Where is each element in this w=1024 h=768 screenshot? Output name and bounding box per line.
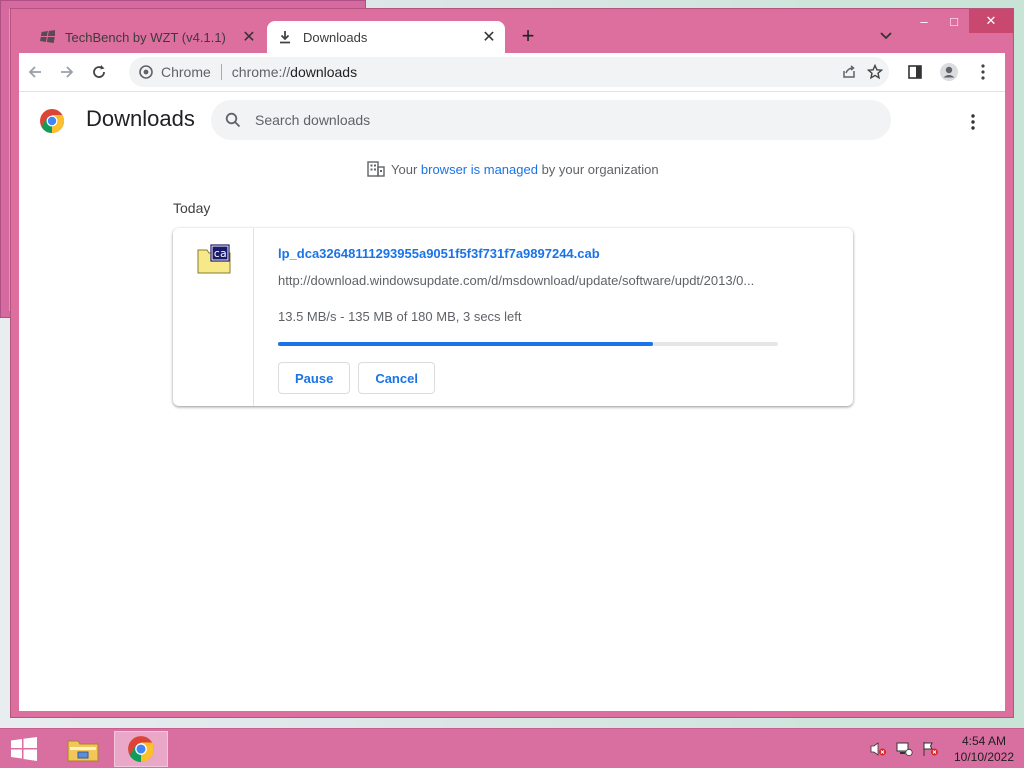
close-tab-icon[interactable]: ✕ — [239, 27, 259, 47]
chrome-logo-icon — [39, 108, 65, 134]
download-actions: Pause Cancel — [278, 362, 435, 394]
network-icon[interactable] — [892, 737, 916, 761]
managed-prefix: Your — [391, 161, 421, 177]
address-bar[interactable]: Chrome chrome://downloads — [129, 57, 889, 87]
folder-icon — [66, 735, 100, 763]
managed-link[interactable]: browser is managed — [421, 162, 538, 177]
tab-downloads[interactable]: Downloads ✕ — [267, 21, 505, 53]
taskbar: 4:54 AM 10/10/2022 — [0, 728, 1024, 768]
browser-window: TechBench by WZT (v4.1.1) ✕ Downloads ✕ … — [10, 8, 1014, 718]
cab-file-icon: ca — [197, 244, 231, 274]
maximize-button[interactable]: □ — [939, 9, 969, 33]
download-source-url: http://download.windowsupdate.com/d/msdo… — [278, 273, 755, 288]
managed-notice: Your browser is managed by your organiza… — [367, 161, 659, 177]
download-progress-fill — [278, 342, 653, 346]
url-scheme: chrome:// — [231, 64, 291, 80]
tab-strip: TechBench by WZT (v4.1.1) ✕ Downloads ✕ … — [11, 9, 1013, 53]
profile-avatar-icon[interactable] — [933, 56, 965, 88]
download-progress-bar — [278, 342, 778, 346]
clock-time: 4:54 AM — [961, 734, 1007, 748]
tab-techbench[interactable]: TechBench by WZT (v4.1.1) ✕ — [29, 21, 265, 53]
forward-button[interactable] — [51, 56, 83, 88]
tab-search-chevron-icon[interactable] — [875, 25, 897, 47]
download-icon — [277, 29, 293, 45]
svg-text:ca: ca — [213, 247, 226, 260]
close-tab-icon[interactable]: ✕ — [479, 27, 499, 47]
pause-button[interactable]: Pause — [278, 362, 351, 394]
download-file-name-link[interactable]: lp_dca32648111293955a9051f5f3f731f7a9897… — [278, 246, 600, 261]
url-text[interactable]: chrome://downloads — [232, 64, 357, 80]
url-host: downloads — [290, 64, 358, 80]
managed-suffix: by your organization — [537, 161, 659, 177]
taskbar-file-explorer[interactable] — [56, 731, 110, 767]
windows-flag-icon — [39, 29, 55, 45]
download-item: ca lp_dca32648111293955a9051f5f3f731f7a9… — [173, 228, 853, 406]
volume-muted-icon[interactable] — [866, 737, 890, 761]
building-icon — [367, 161, 385, 177]
system-clock[interactable]: 4:54 AM 10/10/2022 — [944, 733, 1024, 765]
toolbar-right-actions — [899, 56, 999, 88]
cancel-button[interactable]: Cancel — [358, 362, 435, 394]
downloads-header: Downloads — [19, 92, 1005, 152]
system-tray: 4:54 AM 10/10/2022 — [866, 729, 1024, 768]
browser-toolbar: Chrome chrome://downloads — [19, 53, 1005, 91]
minimize-button[interactable]: – — [909, 9, 939, 33]
window-controls: – □ ✕ — [909, 9, 1013, 33]
managed-text: Your browser is managed by your organiza… — [391, 162, 659, 177]
site-label: Chrome — [161, 64, 211, 80]
search-downloads-box[interactable] — [211, 100, 891, 140]
tab-title: Downloads — [303, 29, 368, 45]
search-icon — [225, 112, 241, 128]
new-tab-button[interactable]: + — [517, 25, 539, 47]
download-item-icon-column: ca — [173, 228, 254, 406]
taskbar-chrome[interactable] — [114, 731, 168, 767]
browser-menu-icon[interactable] — [967, 56, 999, 88]
share-icon[interactable] — [841, 64, 857, 80]
download-status: 13.5 MB/s - 135 MB of 180 MB, 3 secs lef… — [278, 309, 522, 324]
downloads-page: Downloads Your browser is managed by you… — [19, 91, 1005, 711]
date-group-label: Today — [173, 200, 211, 216]
back-button[interactable] — [19, 56, 51, 88]
omnibox-divider — [220, 64, 222, 80]
side-panel-icon[interactable] — [899, 56, 931, 88]
bookmark-star-icon[interactable] — [867, 64, 883, 80]
tab-title: TechBench by WZT (v4.1.1) — [65, 29, 226, 45]
page-title: Downloads — [86, 106, 195, 131]
action-center-flag-icon[interactable] — [918, 737, 942, 761]
clock-date: 10/10/2022 — [953, 750, 1015, 764]
chrome-site-icon[interactable] — [139, 65, 153, 79]
downloads-more-actions-icon[interactable] — [961, 110, 985, 134]
reload-button[interactable] — [83, 56, 115, 88]
search-input[interactable] — [255, 112, 855, 128]
close-window-button[interactable]: ✕ — [969, 9, 1013, 33]
chrome-taskbar-icon — [127, 735, 155, 763]
start-button[interactable] — [10, 737, 38, 761]
omnibox-actions — [841, 57, 883, 87]
